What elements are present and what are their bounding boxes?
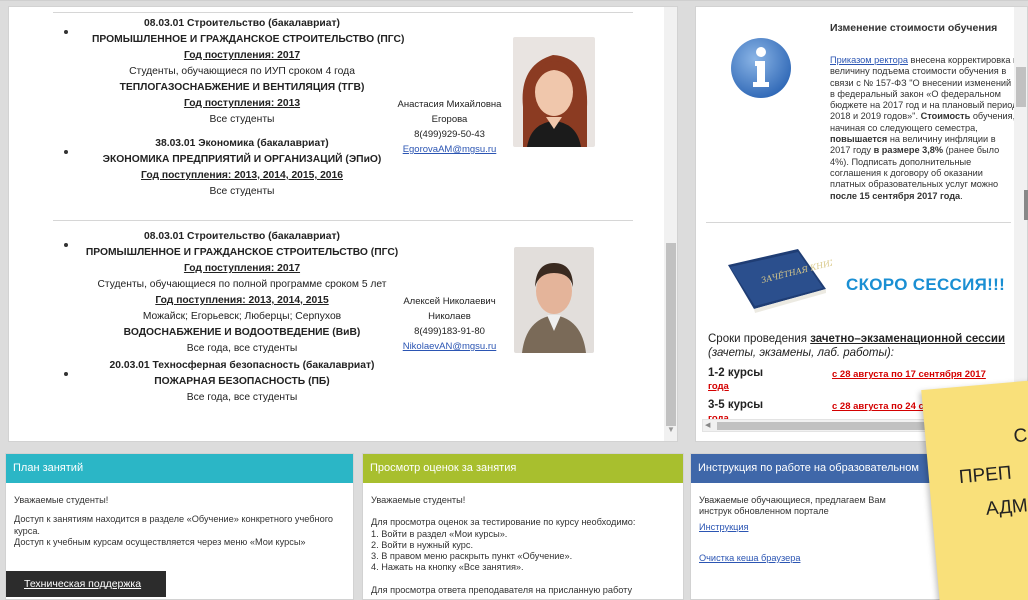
scrollbar-thumb[interactable] [1016,67,1026,107]
contact-phone: 8(499)183-91-80 [414,326,485,337]
program-name: ПОЖАРНАЯ БЕЗОПАСНОСТЬ (ПБ) [154,376,330,387]
bullet [64,243,68,247]
contact-last-name: Николаев [428,311,471,322]
avatar-nikolaev [514,247,594,353]
admission-year-link[interactable]: Год поступления: 2013, 2014, 2015 [155,295,328,306]
clear-cache-link[interactable]: Очистка кеша браузера [699,553,800,563]
tech-support-button[interactable]: Техническая поддержка [6,571,166,597]
scrollbar-thumb[interactable] [717,422,947,430]
contact-email-link[interactable]: EgorovaAM@mgsu.ru [403,144,497,155]
program-block-3: 08.03.01 Строительство (бакалавриат) ПРО… [72,229,412,357]
session-date-link[interactable]: с 28 августа по 24 се [832,401,929,412]
avatar-egorova [513,37,595,147]
news-title: Изменение стоимости обучения [830,22,998,34]
session-date-link[interactable]: с 28 августа по 17 сентября 2017 [832,369,986,380]
bullet [64,372,68,376]
program-note: Все года, все студенты [186,343,298,354]
course-label: 1-2 курсы [708,367,764,379]
rector-order-link[interactable]: Приказом ректора [830,55,908,65]
program-name: ВОДОСНАБЖЕНИЕ И ВОДООТВЕДЕНИЕ (ВиВ) [123,327,361,338]
program-block-2: 38.03.01 Экономика (бакалавриат) ЭКОНОМИ… [92,136,392,200]
news-panel-scrollbar[interactable] [1014,7,1027,437]
top-divider [0,0,1028,1]
grades-card-body: Уважаемые студенты! Для просмотра оценок… [371,495,636,595]
admission-year-link[interactable]: Год поступления: 2017 [184,263,300,274]
program-note: Все года, все студенты [186,392,298,403]
program-name: ПРОМЫШЛЕННОЕ И ГРАЖДАНСКОЕ СТРОИТЕЛЬСТВО… [92,34,405,45]
course-label: 3-5 курсы [708,399,764,411]
bullet [64,150,68,154]
page: 08.03.01 Строительство (бакалавриат) ПРО… [0,0,1028,600]
program-block-1: 08.03.01 Строительство (бакалавриат) ПРО… [92,16,405,128]
program-spec: 38.03.01 Экономика (бакалавриат) [155,138,329,149]
program-name: ЭКОНОМИКА ПРЕДПРИЯТИЙ И ОРГАНИЗАЦИЙ (ЭПи… [102,154,382,165]
record-book-image: ЗАЧЁТНАЯ КНИЖКА [722,243,852,315]
program-note: Все студенты [209,186,275,197]
grades-card: Просмотр оценок за занятия Уважаемые сту… [362,453,684,600]
program-note: Все студенты [209,114,275,125]
programs-panel: 08.03.01 Строительство (бакалавриат) ПРО… [8,6,678,442]
divider [53,12,633,13]
program-spec: 20.03.01 Техносферная безопасность (бака… [109,360,375,371]
contact-email-link[interactable]: NikolaevAN@mgsu.ru [403,341,497,352]
program-note: Студенты, обучающиеся по ИУП сроком 4 го… [129,66,355,77]
session-date-link[interactable]: года [708,381,729,392]
scroll-left-arrow-icon[interactable]: ◀ [705,421,710,429]
session-headline: СКОРО СЕССИЯ!!! [846,275,1006,294]
scroll-down-arrow-icon[interactable]: ▼ [667,425,675,434]
program-note: Можайск; Егорьевск; Люберцы; Серпухов [142,311,342,322]
news-text: Приказом ректора внесена корректировка в… [830,55,1018,201]
program-note: Студенты, обучающиеся по полной программ… [97,279,387,290]
contact-last-name: Егорова [431,114,468,125]
page-edge [1024,190,1028,220]
grades-card-header[interactable]: Просмотр оценок за занятия [363,454,683,483]
admission-year-link[interactable]: Год поступления: 2013 [184,98,300,109]
plan-card-body: Уважаемые студенты! Доступ к занятиям на… [14,495,333,547]
session-terms: Сроки проведения зачетно–экзаменационной… [708,333,1006,359]
scrollbar-thumb[interactable] [666,243,676,426]
sticky-note: С ПРЕП АДМ [921,378,1028,600]
left-panel-scrollbar[interactable]: ▼ [664,7,677,441]
program-block-4: 20.03.01 Техносферная безопасность (бака… [92,358,392,406]
bullet [64,30,68,34]
admission-year-link[interactable]: Год поступления: 2017 [184,50,300,61]
contact-first-name: Анастасия Михайловна [397,99,502,110]
session-link[interactable]: зачетно–экзаменационной сессии [810,333,1005,345]
program-spec: 08.03.01 Строительство (бакалавриат) [144,18,340,29]
news-panel: Изменение стоимости обучения Приказом ре… [695,6,1028,442]
contact-card-2: Алексей Николаевич Николаев 8(499)183-91… [387,294,512,354]
contact-phone: 8(499)929-50-43 [414,129,485,140]
program-spec: 08.03.01 Строительство (бакалавриат) [144,231,340,242]
divider [706,222,1011,223]
program-name: ПРОМЫШЛЕННОЕ И ГРАЖДАНСКОЕ СТРОИТЕЛЬСТВО… [85,247,399,258]
admission-year-link[interactable]: Год поступления: 2013, 2014, 2015, 2016 [141,170,343,181]
program-name: ТЕПЛОГАЗОСНАБЖЕНИЕ И ВЕНТИЛЯЦИЯ (ТГВ) [119,82,365,93]
info-icon [730,37,792,99]
contact-card-1: Анастасия Михайловна Егорова 8(499)929-5… [387,97,512,157]
plan-card-header[interactable]: План занятий [6,454,353,483]
contact-first-name: Алексей Николаевич [403,296,496,307]
divider [53,220,633,221]
instruction-link[interactable]: Инструкция [699,522,748,532]
